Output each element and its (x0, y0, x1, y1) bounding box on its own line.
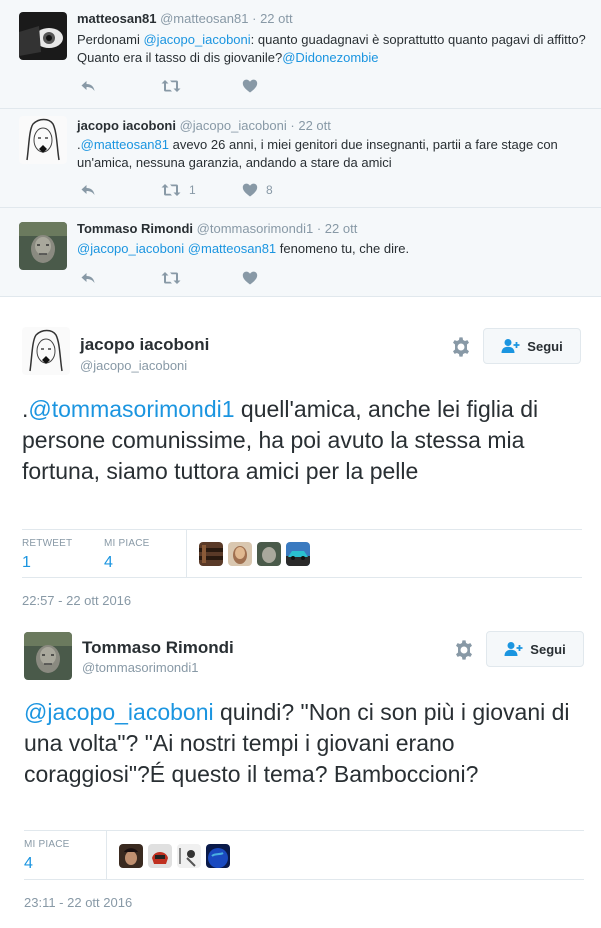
like-label: MI PIACE (24, 839, 70, 850)
liker-avatar[interactable] (206, 844, 230, 868)
reply-icon (80, 78, 96, 94)
like-button[interactable] (242, 78, 323, 94)
main-tweet-1: jacopo iacoboni @jacopo_iacoboni Segui .… (0, 297, 601, 620)
tweet-header: jacopo iacoboni @jacopo_iacoboni · 22 ot… (77, 118, 331, 133)
tweet-text: .@tommasorimondi1 quell'amica, anche lei… (22, 394, 582, 487)
retweet-count: 1 (189, 183, 196, 197)
author-handle[interactable]: @tommasorimondi1 (82, 660, 199, 675)
liker-avatar[interactable] (286, 542, 310, 566)
author-handle[interactable]: @jacopo_iacoboni (80, 358, 187, 373)
retweet-stat[interactable]: RETWEET 1 (22, 538, 72, 572)
retweet-count[interactable]: 1 (22, 554, 72, 572)
retweet-icon (161, 182, 181, 198)
tweet-timestamp[interactable]: 23:11 - 22 ott 2016 (24, 895, 132, 910)
avatar[interactable] (19, 12, 67, 60)
like-button[interactable]: 8 (242, 182, 323, 198)
retweet-button[interactable] (161, 270, 242, 286)
tweet-actions (80, 269, 323, 287)
reply-tweet-3[interactable]: Tommaso Rimondi @tommasorimondi1 · 22 ot… (0, 208, 601, 297)
reply-button[interactable] (80, 78, 161, 94)
retweet-button[interactable]: 1 (161, 182, 242, 198)
liker-avatar[interactable] (177, 844, 201, 868)
mention-link[interactable]: @jacopo_iacoboni (24, 699, 214, 725)
follow-label: Segui (530, 641, 566, 657)
liker-avatar[interactable] (257, 542, 281, 566)
liker-avatar[interactable] (148, 844, 172, 868)
reply-icon (80, 270, 96, 286)
tweet-timestamp[interactable]: 22:57 - 22 ott 2016 (22, 593, 131, 608)
tweet-date[interactable]: 22 ott (325, 221, 358, 236)
like-stat[interactable]: MI PIACE 4 (24, 839, 70, 873)
avatar[interactable] (19, 116, 67, 164)
like-stat[interactable]: MI PIACE 4 (104, 538, 150, 572)
tweet-actions: 1 8 (80, 181, 323, 199)
tweet-date[interactable]: 22 ott (260, 11, 293, 26)
like-icon (242, 270, 258, 286)
like-label: MI PIACE (104, 538, 150, 549)
liker-avatar[interactable] (119, 844, 143, 868)
reply-button[interactable] (80, 270, 161, 286)
like-icon (242, 78, 258, 94)
author-name[interactable]: Tommaso Rimondi (77, 221, 193, 236)
text-segment: fenomeno tu, che dire. (276, 241, 410, 256)
author-name[interactable]: jacopo iacoboni (80, 335, 209, 355)
like-count: 8 (266, 183, 273, 197)
mention-link[interactable]: @jacopo_iacoboni (77, 241, 184, 256)
follow-label: Segui (527, 338, 563, 354)
author-handle[interactable]: @tommasorimondi1 (197, 221, 314, 236)
mention-link[interactable]: @matteosan81 (188, 241, 276, 256)
author-handle[interactable]: @jacopo_iacoboni (180, 118, 287, 133)
like-count[interactable]: 4 (104, 554, 150, 572)
avatar[interactable] (24, 632, 72, 680)
reply-tweet-2[interactable]: jacopo iacoboni @jacopo_iacoboni · 22 ot… (0, 109, 601, 208)
retweet-icon (161, 270, 181, 286)
text-segment: Perdonami (77, 32, 144, 47)
liker-avatar[interactable] (199, 542, 223, 566)
mention-link[interactable]: @Didonezombie (282, 50, 378, 65)
tweet-text: @jacopo_iacoboni quindi? "Non ci son più… (24, 697, 584, 790)
tweet-header: Tommaso Rimondi @tommasorimondi1 · 22 ot… (77, 221, 358, 236)
liker-avatar[interactable] (228, 542, 252, 566)
reply-icon (80, 182, 96, 198)
author-name[interactable]: matteosan81 (77, 11, 156, 26)
gear-icon[interactable] (453, 639, 475, 661)
follow-user-icon (504, 641, 524, 657)
tweet-stats: MI PIACE 4 (24, 830, 584, 880)
reply-button[interactable] (80, 182, 161, 198)
gear-icon[interactable] (450, 336, 472, 358)
mention-link[interactable]: @tommasorimondi1 (28, 396, 234, 422)
like-button[interactable] (242, 270, 323, 286)
follow-user-icon (501, 338, 521, 354)
mention-link[interactable]: @jacopo_iacoboni (143, 32, 250, 47)
retweet-icon (161, 78, 181, 94)
mention-link[interactable]: @matteosan81 (81, 137, 169, 152)
author-name[interactable]: Tommaso Rimondi (82, 638, 234, 658)
tweet-text: Perdonami @jacopo_iacoboni: quanto guada… (77, 31, 587, 67)
retweet-label: RETWEET (22, 538, 73, 549)
avatar[interactable] (19, 222, 67, 270)
retweet-button[interactable] (161, 78, 242, 94)
tweet-text: @jacopo_iacoboni @matteosan81 fenomeno t… (77, 240, 587, 258)
like-icon (242, 182, 258, 198)
tweet-header: matteosan81 @matteosan81 · 22 ott (77, 11, 293, 26)
tweet-stats: RETWEET 1 MI PIACE 4 (22, 529, 582, 578)
author-name[interactable]: jacopo iacoboni (77, 118, 176, 133)
follow-button[interactable]: Segui (483, 328, 581, 364)
liker-avatars (119, 844, 235, 868)
like-count[interactable]: 4 (24, 855, 70, 873)
follow-button[interactable]: Segui (486, 631, 584, 667)
tweet-date[interactable]: 22 ott (298, 118, 331, 133)
liker-avatars (199, 542, 315, 566)
reply-tweet-1[interactable]: matteosan81 @matteosan81 · 22 ott Perdon… (0, 0, 601, 109)
tweet-text: .@matteosan81 avevo 26 anni, i miei geni… (77, 136, 587, 172)
avatar[interactable] (22, 327, 70, 375)
tweet-actions (80, 77, 323, 95)
main-tweet-2: Tommaso Rimondi @tommasorimondi1 Segui @… (0, 620, 601, 928)
author-handle[interactable]: @matteosan81 (160, 11, 248, 26)
